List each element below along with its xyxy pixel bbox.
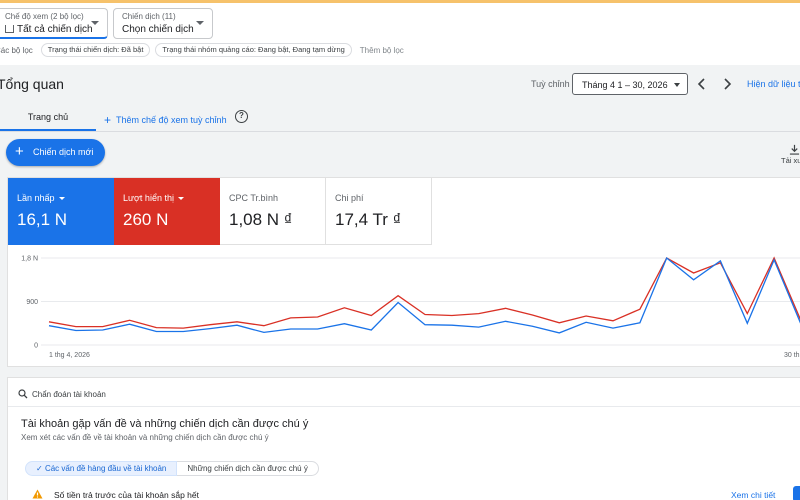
series-line (48, 256, 800, 329)
metric-impressions[interactable]: Lượt hiển thị 260 N (114, 178, 220, 245)
chevron-down-icon (196, 21, 204, 25)
filter-chip-adgroup-status[interactable]: Trạng thái nhóm quảng cáo: Đang bật, Đan… (155, 43, 352, 57)
date-range-label: Tuỳ chỉnh (531, 79, 570, 89)
add-custom-view-tab[interactable]: + Thêm chế độ xem tuỳ chỉnh (104, 112, 227, 127)
add-filter-button[interactable]: Thêm bộ lọc (360, 46, 404, 55)
chevron-left-icon (697, 78, 705, 90)
new-campaign-label: Chiến dịch mới (33, 147, 94, 157)
issue-text: Số tiền trả trước của tài khoản sắp hết (54, 490, 199, 500)
y-tick-label: 0 (34, 343, 38, 350)
page-title: Tổng quan (0, 76, 64, 92)
download-label[interactable]: Tải xu (781, 156, 800, 165)
campaign-dropdown-label: Chiến dịch (11) (122, 12, 176, 21)
tabs-divider (0, 131, 800, 132)
show-data-link[interactable]: Hiện dữ liệu tr (747, 79, 800, 89)
filter-chips-label: Các bộ lọc (0, 45, 33, 55)
plus-icon: + (15, 143, 24, 160)
download-icon (789, 144, 799, 155)
filter-chips: Các bộ lọc Trạng thái chiến dịch: Đã bật… (0, 41, 404, 59)
chevron-down-icon (177, 197, 184, 200)
plus-icon: + (104, 113, 112, 127)
metric-clicks[interactable]: Lần nhấp 16,1 N (8, 178, 114, 245)
x-tick-label-start: 1 thg 4, 2026 (49, 352, 90, 359)
issue-action-button[interactable] (793, 486, 800, 500)
metric-impressions-value: 260 N (123, 210, 169, 229)
metric-avg-cpc-value: 1,08 N ₫ (229, 210, 293, 229)
diagnostics-header: Chẩn đoán tài khoản (18, 387, 106, 399)
tab-home[interactable]: Trang chủ (0, 107, 96, 131)
metric-cost[interactable]: Chi phí 17,4 Tr ₫ (326, 178, 432, 245)
view-details-link[interactable]: Xem chi tiết (731, 490, 775, 500)
diagnostics-subtitle: Xem xét các vấn đề về tài khoản và những… (21, 433, 269, 442)
filter-chip-campaign-status[interactable]: Trạng thái chiến dịch: Đã bật (40, 43, 151, 57)
metric-avg-cpc-label: CPC Tr.bình (229, 193, 279, 203)
help-icon[interactable]: ? (235, 110, 248, 123)
diagnostics-segmented-control: ✓ Các vấn đề hàng đầu về tài khoản Những… (25, 461, 319, 476)
date-range-picker[interactable]: Tháng 4 1 – 30, 2026 (572, 73, 688, 95)
filter-bar: Chế độ xem (2 bộ lọc) Tất cả chiến dịch … (0, 3, 800, 65)
view-dropdown[interactable]: Chế độ xem (2 bộ lọc) Tất cả chiến dịch (0, 8, 108, 39)
diagnostics-divider (8, 406, 800, 407)
metric-clicks-label: Lần nhấp (17, 193, 65, 203)
campaign-dropdown[interactable]: Chiến dịch (11) Chọn chiến dịch (113, 8, 213, 39)
metric-cost-label: Chi phí (335, 193, 364, 203)
search-icon (18, 389, 28, 399)
chevron-down-icon (91, 21, 99, 25)
y-tick-label: 1,8 N (21, 256, 38, 263)
next-period-button[interactable] (720, 77, 734, 91)
x-tick-label-end: 30 th (784, 352, 800, 359)
previous-period-button[interactable] (695, 77, 709, 91)
chevron-down-icon (58, 197, 65, 200)
diagnostics-title: Tài khoản gặp vấn đề và những chiến dịch… (21, 418, 309, 430)
metric-avg-cpc[interactable]: CPC Tr.bình 1,08 N ₫ (220, 178, 326, 245)
new-campaign-button[interactable]: + Chiến dịch mới (6, 139, 105, 166)
metric-impressions-label: Lượt hiển thị (123, 193, 184, 203)
account-diagnostics-card: Chẩn đoán tài khoản Tài khoản gặp vấn đề… (7, 377, 800, 500)
segment-top-account-issues[interactable]: ✓ Các vấn đề hàng đầu về tài khoản (25, 461, 178, 476)
view-dropdown-value: Tất cả chiến dịch (5, 24, 93, 35)
date-range-value: Tháng 4 1 – 30, 2026 (582, 80, 668, 90)
metric-cost-value: 17,4 Tr ₫ (335, 210, 402, 229)
y-tick-label: 900 (26, 299, 38, 306)
chevron-down-icon (674, 83, 680, 87)
warning-icon (32, 489, 43, 499)
segment-campaigns-attention[interactable]: Những chiến dịch cần được chú ý (177, 461, 319, 476)
view-dropdown-label: Chế độ xem (2 bộ lọc) (5, 12, 84, 21)
campaign-dropdown-value: Chọn chiến dịch (122, 24, 194, 35)
chevron-right-icon (724, 78, 732, 90)
performance-chart-card: Lần nhấp 16,1 N Lượt hiển thị 260 N CPC … (7, 177, 800, 367)
performance-line-chart: 1,8 N 900 0 1 thg 4, 2026 30 th (21, 256, 800, 359)
home-icon (5, 25, 14, 33)
check-icon: ✓ (36, 464, 45, 473)
metric-clicks-value: 16,1 N (17, 210, 68, 229)
